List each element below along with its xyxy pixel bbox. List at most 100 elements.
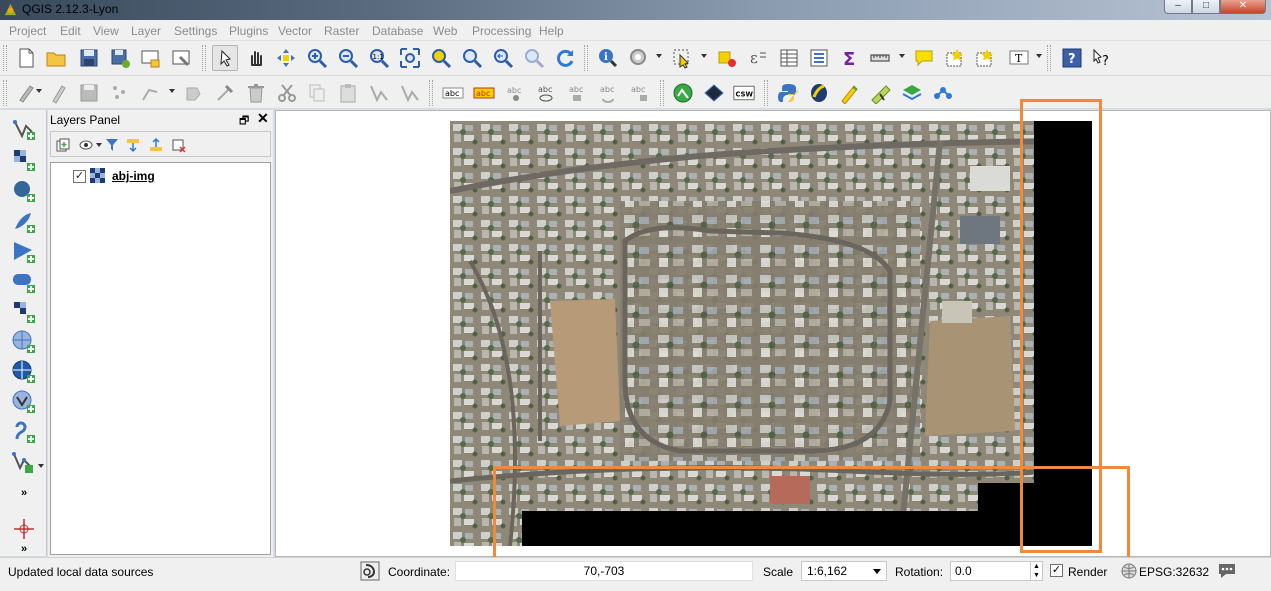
- more-tools-chevron-bottom-icon[interactable]: »: [10, 542, 38, 556]
- rotation-spin-buttons[interactable]: ▲ ▼: [1030, 562, 1042, 580]
- maximize-button[interactable]: □: [1192, 0, 1220, 14]
- menu-vector[interactable]: Vector: [278, 24, 312, 38]
- paste-features-icon[interactable]: [335, 80, 361, 106]
- open-field-calculator-icon[interactable]: ε: [745, 45, 771, 71]
- attribute-table-icon[interactable]: [776, 45, 802, 71]
- more-tools-chevron-icon[interactable]: »: [10, 484, 38, 502]
- zoom-in-icon[interactable]: [304, 45, 330, 71]
- rotate-label-icon[interactable]: abc: [595, 80, 621, 106]
- rotation-spinbox[interactable]: 0.0 ▲ ▼: [950, 561, 1043, 581]
- show-bookmarks-icon[interactable]: [972, 45, 998, 71]
- menu-database[interactable]: Database: [372, 24, 423, 38]
- deselect-icon[interactable]: [714, 45, 740, 71]
- python-console-icon[interactable]: [775, 80, 801, 106]
- manage-visibility-icon[interactable]: [78, 136, 96, 154]
- add-oracle-layer-icon[interactable]: [10, 268, 38, 296]
- add-raster-layer-icon[interactable]: [10, 146, 38, 174]
- node-tool-icon[interactable]: [212, 80, 238, 106]
- zoom-next-icon[interactable]: [521, 45, 547, 71]
- layers-plugin-icon[interactable]: [899, 80, 925, 106]
- sum-icon[interactable]: Σ: [837, 45, 863, 71]
- map-tips-icon[interactable]: [911, 45, 937, 71]
- filter-legend-icon[interactable]: [103, 136, 121, 154]
- message-log-icon[interactable]: [1217, 562, 1237, 580]
- pan-to-selection-icon[interactable]: [273, 45, 299, 71]
- menu-edit[interactable]: Edit: [60, 24, 81, 38]
- statistics-icon[interactable]: [806, 45, 832, 71]
- refresh-icon[interactable]: [552, 45, 578, 71]
- expand-all-icon[interactable]: [124, 136, 142, 154]
- add-line-icon[interactable]: [138, 80, 164, 106]
- current-edits-icon[interactable]: [14, 80, 40, 106]
- zoom-out-icon[interactable]: [335, 45, 361, 71]
- digitize-tool-a-icon[interactable]: [366, 80, 392, 106]
- menu-view[interactable]: View: [93, 24, 119, 38]
- spin-up-icon[interactable]: ▲: [1031, 562, 1042, 571]
- crs-status-label[interactable]: EPSG:32632: [1139, 565, 1209, 579]
- coordinate-field[interactable]: 70,-703: [455, 561, 753, 581]
- zoom-last-icon[interactable]: [490, 45, 516, 71]
- menu-raster[interactable]: Raster: [324, 24, 359, 38]
- spin-down-icon[interactable]: ▼: [1031, 571, 1042, 580]
- layer-labeling-active-icon[interactable]: abc: [471, 80, 497, 106]
- menu-processing[interactable]: Processing: [472, 24, 531, 38]
- toggle-extents-mouse-icon[interactable]: [360, 561, 380, 581]
- action-dropdown-arrow[interactable]: [656, 54, 662, 58]
- whats-this-icon[interactable]: ?: [1089, 45, 1115, 71]
- scale-dropdown-arrow-icon[interactable]: [873, 569, 881, 574]
- cut-features-icon[interactable]: [274, 80, 300, 106]
- pin-labels-icon[interactable]: abc: [502, 80, 528, 106]
- add-delimited-text-layer-icon[interactable]: [10, 418, 38, 446]
- layer-visibility-checkbox[interactable]: ✓: [73, 169, 86, 183]
- visibility-dropdown-arrow[interactable]: [96, 143, 102, 147]
- menu-layer[interactable]: Layer: [131, 24, 161, 38]
- add-db2-layer-icon[interactable]: [10, 298, 38, 326]
- scale-combobox[interactable]: 1:6,162: [801, 561, 887, 581]
- add-wfs-layer-icon[interactable]: [10, 388, 38, 416]
- menu-plugins[interactable]: Plugins: [229, 24, 268, 38]
- remove-layer-icon[interactable]: [170, 136, 188, 154]
- geoprocessing-icon[interactable]: [670, 80, 696, 106]
- toggle-editing-icon[interactable]: [45, 80, 71, 106]
- crs-globe-icon[interactable]: [1121, 563, 1137, 579]
- new-shapefile-layer-icon[interactable]: [10, 448, 38, 476]
- add-mssql-layer-icon[interactable]: [10, 238, 38, 266]
- toolbar-handle[interactable]: [3, 45, 7, 71]
- add-point-icon[interactable]: [107, 80, 133, 106]
- grass-plugin-icon[interactable]: [806, 80, 832, 106]
- add-wms-layer-icon[interactable]: [10, 328, 38, 356]
- render-checkbox[interactable]: ✓: [1050, 564, 1063, 577]
- composer-manager-icon[interactable]: [168, 45, 194, 71]
- metasearch-icon[interactable]: CSW: [731, 80, 757, 106]
- digitize-tool-b-icon[interactable]: [397, 80, 423, 106]
- annotation-dropdown-arrow[interactable]: [1036, 54, 1042, 58]
- edit-plugin-icon[interactable]: [868, 80, 894, 106]
- show-hide-labels-icon[interactable]: abc: [533, 80, 559, 106]
- edits-dropdown-arrow[interactable]: [36, 89, 42, 93]
- minimize-button[interactable]: –: [1164, 0, 1192, 14]
- layer-row[interactable]: ✓ abj-img: [73, 167, 155, 185]
- menu-web[interactable]: Web: [433, 24, 457, 38]
- add-wcs-layer-icon[interactable]: [10, 358, 38, 386]
- menu-settings[interactable]: Settings: [174, 24, 217, 38]
- new-print-composer-icon[interactable]: [137, 45, 163, 71]
- text-annotation-icon[interactable]: T: [1006, 45, 1032, 71]
- zoom-to-layer-icon[interactable]: [459, 45, 485, 71]
- action-icon[interactable]: [626, 45, 652, 71]
- add-postgis-layer-icon[interactable]: [10, 177, 38, 205]
- new-bookmark-icon[interactable]: [942, 45, 968, 71]
- open-project-icon[interactable]: [43, 45, 69, 71]
- save-as-icon[interactable]: [107, 45, 133, 71]
- new-layer-dropdown-arrow[interactable]: [38, 464, 44, 468]
- menu-project[interactable]: Project: [9, 24, 46, 38]
- copy-features-icon[interactable]: [304, 80, 330, 106]
- pan-map-to-selection-icon[interactable]: [212, 45, 238, 71]
- toolbar-handle[interactable]: [3, 80, 7, 106]
- delete-selected-icon[interactable]: [243, 80, 269, 106]
- add-group-icon[interactable]: [54, 136, 72, 154]
- zoom-full-icon[interactable]: [397, 45, 423, 71]
- measure-dropdown-arrow[interactable]: [899, 54, 905, 58]
- add-spatialite-layer-icon[interactable]: [10, 208, 38, 236]
- collapse-all-icon[interactable]: [147, 136, 165, 154]
- layer-name[interactable]: abj-img: [112, 169, 155, 183]
